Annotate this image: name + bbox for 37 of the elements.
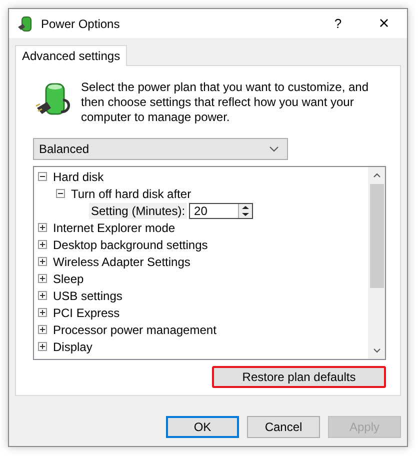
tree-item[interactable]: PCI Express xyxy=(53,306,120,320)
battery-plug-icon xyxy=(35,82,73,118)
scrollbar[interactable] xyxy=(368,167,385,359)
scroll-up-icon[interactable] xyxy=(372,173,380,178)
expand-icon[interactable] xyxy=(38,325,47,334)
tree-item[interactable]: Wireless Adapter Settings xyxy=(53,254,190,268)
close-button[interactable]: × xyxy=(361,9,407,38)
tree-item[interactable]: Turn off hard disk after xyxy=(71,186,192,200)
tree-item[interactable]: Desktop background settings xyxy=(53,238,208,252)
spin-arrows-icon xyxy=(241,204,250,218)
help-button[interactable]: ? xyxy=(315,9,361,38)
expand-icon[interactable] xyxy=(38,291,47,300)
expand-icon[interactable] xyxy=(38,240,47,249)
tab[interactable]: Advanced settings xyxy=(15,45,128,66)
collapse-icon[interactable] xyxy=(38,172,47,181)
collapse-icon[interactable] xyxy=(56,189,65,198)
scroll-down-icon[interactable] xyxy=(372,348,380,353)
expand-icon[interactable] xyxy=(38,308,47,317)
tree-item[interactable]: Internet Explorer mode xyxy=(53,220,176,234)
tree-item[interactable]: Display xyxy=(53,340,92,354)
restore-defaults-button[interactable]: Restore plan defaults xyxy=(212,366,386,388)
tree-item[interactable]: Sleep xyxy=(53,272,84,286)
expand-icon[interactable] xyxy=(38,342,47,351)
setting-label: Setting (Minutes): xyxy=(89,202,188,218)
tree-item[interactable]: Processor power management xyxy=(53,322,216,336)
expand-icon[interactable] xyxy=(38,274,47,283)
plan-dropdown[interactable]: Balanced xyxy=(33,138,288,160)
dialog-button[interactable]: OK xyxy=(166,416,239,438)
window-title: Power Options xyxy=(41,16,121,30)
expand-icon[interactable] xyxy=(38,223,47,232)
description-text: Select the power plan that you want to customize, and then choose settings that reflect how you want your computer to manage power. xyxy=(81,80,370,125)
dialog-button[interactable]: Cancel xyxy=(247,416,320,438)
expand-icon[interactable] xyxy=(38,257,47,266)
tree-item[interactable]: USB settings xyxy=(53,288,122,302)
tree-item[interactable]: Hard disk xyxy=(53,170,104,184)
minutes-spinbox[interactable]: 20 xyxy=(189,202,254,218)
chevron-down-icon xyxy=(269,146,279,152)
